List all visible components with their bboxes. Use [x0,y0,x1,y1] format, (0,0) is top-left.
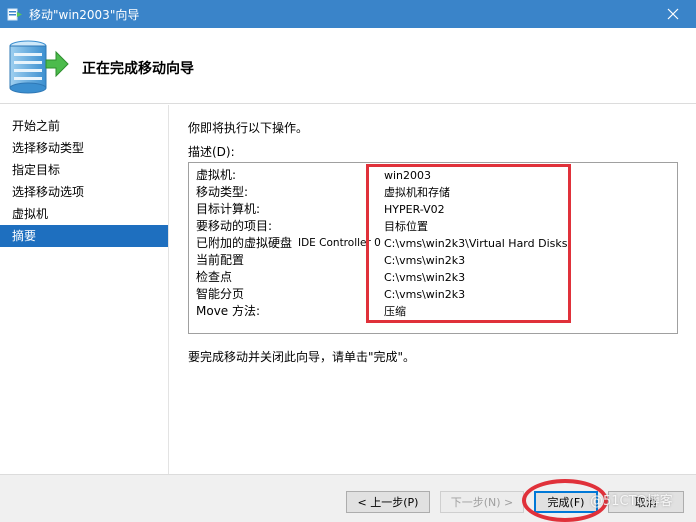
next-button[interactable]: 下一步(N) > [440,491,524,513]
desc-row: 移动类型: 虚拟机和存储 [195,184,671,201]
desc-row: 当前配置 C:\vms\win2k3 [195,252,671,269]
desc-value: C:\vms\win2k3 [384,271,466,284]
sidebar-item-virtual-machine[interactable]: 虚拟机 [0,203,168,225]
wizard-header: 正在完成移动向导 [0,28,696,104]
intro-text: 你即将执行以下操作。 [188,121,309,135]
desc-subkey: IDE Controller 0 [298,237,381,249]
sidebar-item-move-type[interactable]: 选择移动类型 [0,137,168,159]
window-title: 移动"win2003"向导 [29,7,140,22]
desc-value: 压缩 [384,305,406,318]
title-bar: 移动"win2003"向导 [0,0,696,28]
desc-row: 目标计算机: HYPER-V02 [195,201,671,218]
desc-key: 当前配置 [196,253,245,267]
sidebar-item-destination[interactable]: 指定目标 [0,159,168,181]
description-label: 描述(D): [188,145,235,159]
desc-key: 虚拟机: [196,168,237,182]
desc-key: 目标计算机: [196,202,261,216]
desc-row: Move 方法: 压缩 [195,303,671,320]
desc-value: 虚拟机和存储 [384,186,450,199]
page-title: 正在完成移动向导 [82,61,194,77]
desc-row: 智能分页 C:\vms\win2k3 [195,286,671,303]
desc-value: C:\vms\win2k3\Virtual Hard Disks [384,237,568,250]
hyperv-app-icon [7,8,22,21]
desc-row: 要移动的项目: 目标位置 [195,218,671,235]
desc-value: HYPER-V02 [384,203,445,216]
desc-key: 要移动的项目: [196,219,273,233]
desc-key: 移动类型: [196,185,249,199]
cancel-button[interactable]: 取消 [608,491,684,513]
desc-key: 检查点 [196,270,233,284]
desc-key: 已附加的虚拟硬盘 [196,236,293,250]
sidebar-item-summary[interactable]: 摘要 [0,225,168,247]
summary-panel: 你即将执行以下操作。 描述(D): [188,118,684,162]
server-move-icon [9,40,69,94]
finish-button[interactable]: 完成(F) [534,491,598,513]
desc-key: Move 方法: [196,304,261,318]
desc-row: 已附加的虚拟硬盘 IDE Controller 0 C:\vms\win2k3\… [195,235,671,252]
desc-value: 目标位置 [384,220,428,233]
desc-row: 虚拟机: win2003 [195,167,671,184]
wizard-steps-sidebar: 开始之前 选择移动类型 指定目标 选择移动选项 虚拟机 摘要 [0,105,169,474]
desc-value: win2003 [384,169,432,182]
desc-value: C:\vms\win2k3 [384,254,466,267]
finish-instruction: 要完成移动并关闭此向导，请单击"完成"。 [188,350,416,364]
desc-row: 检查点 C:\vms\win2k3 [195,269,671,286]
sidebar-item-move-options[interactable]: 选择移动选项 [0,181,168,203]
desc-value: C:\vms\win2k3 [384,288,466,301]
close-button[interactable] [650,0,696,28]
sidebar-item-before-you-begin[interactable]: 开始之前 [0,115,168,137]
description-textbox[interactable]: 虚拟机: win2003 移动类型: 虚拟机和存储 目标计算机: HYPER-V… [188,162,678,334]
desc-key: 智能分页 [196,287,245,301]
previous-button[interactable]: < 上一步(P) [346,491,430,513]
close-icon [667,8,679,20]
